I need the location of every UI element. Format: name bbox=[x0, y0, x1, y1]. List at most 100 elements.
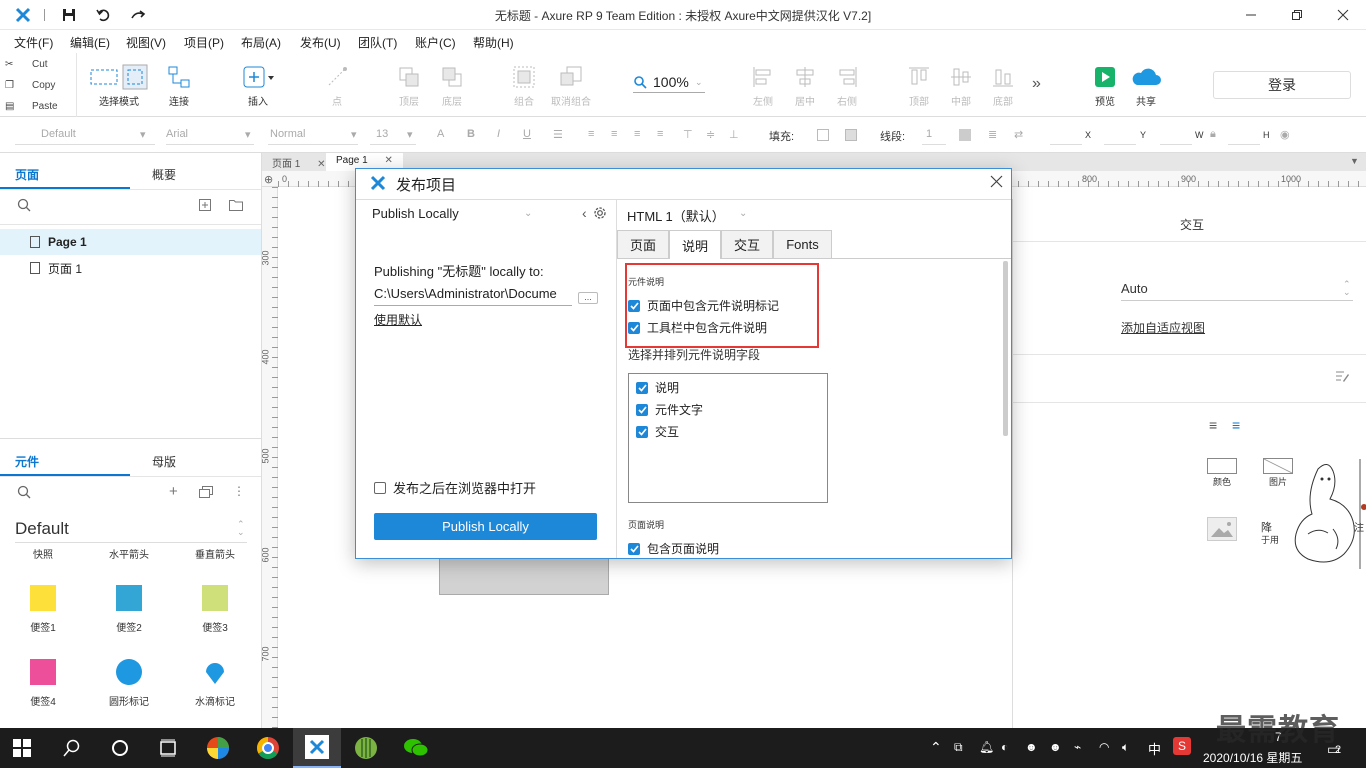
tab-notes[interactable]: 说明 bbox=[669, 230, 721, 259]
bell-icon[interactable]: 🔔︎ bbox=[979, 740, 994, 754]
page-item[interactable]: 页面 1 bbox=[0, 255, 261, 281]
ungroup-button[interactable]: 取消组合 bbox=[541, 63, 601, 108]
usb-icon[interactable]: ⌁ bbox=[1074, 740, 1081, 754]
canvas-rectangle-widget[interactable] bbox=[439, 557, 609, 595]
close-icon[interactable]: ✕ bbox=[384, 155, 392, 166]
color-fill-option[interactable]: 颜色 bbox=[1207, 458, 1237, 488]
text-align-left-icon[interactable]: ≡ bbox=[588, 128, 594, 140]
menu-account[interactable]: 账户(C) bbox=[415, 34, 456, 51]
menu-project[interactable]: 项目(P) bbox=[184, 34, 224, 51]
bamboo-app-icon[interactable] bbox=[352, 734, 380, 762]
menu-file[interactable]: 文件(F) bbox=[14, 34, 53, 51]
point-button[interactable]: 点 bbox=[307, 63, 367, 108]
widget-v-arrow[interactable]: 垂直箭头 bbox=[185, 546, 245, 561]
text-justify-icon[interactable]: ≡ bbox=[657, 128, 663, 140]
ime-indicator[interactable]: 中 bbox=[1148, 739, 1161, 758]
chevron-left-icon[interactable]: ‹ bbox=[582, 205, 587, 221]
login-button[interactable]: 登录 bbox=[1213, 71, 1351, 99]
tab-masters[interactable]: 母版 bbox=[152, 453, 176, 470]
add-adaptive-view-link[interactable]: 添加自适应视图 bbox=[1121, 319, 1205, 336]
line-style-icon[interactable]: ≣ bbox=[988, 128, 997, 141]
windows-start-icon[interactable] bbox=[8, 734, 36, 762]
add-page-icon[interactable] bbox=[199, 199, 211, 211]
tabs-menu-icon[interactable]: ▼ bbox=[1350, 156, 1359, 166]
valign-top-icon[interactable]: ⊤ bbox=[683, 128, 693, 141]
output-path-input[interactable]: C:\Users\Administrator\Docume bbox=[374, 286, 572, 306]
field-checkbox[interactable]: 元件文字 bbox=[636, 401, 703, 418]
menu-edit[interactable]: 编辑(E) bbox=[70, 34, 110, 51]
scrollbar[interactable] bbox=[1003, 261, 1008, 436]
publish-locally-button[interactable]: Publish Locally bbox=[374, 513, 597, 540]
wechat-icon[interactable] bbox=[402, 734, 430, 762]
chevron-up-icon[interactable]: ⌃ bbox=[930, 739, 942, 756]
library-copy-icon[interactable] bbox=[199, 486, 213, 498]
color-wheel-app-icon[interactable] bbox=[204, 734, 232, 762]
line-width-input[interactable]: 1 bbox=[926, 128, 932, 140]
gear-icon[interactable] bbox=[592, 205, 608, 221]
widget-sticky2[interactable]: 便签2 bbox=[99, 585, 159, 634]
valign-middle-icon[interactable]: ≑ bbox=[706, 128, 715, 141]
include-notes-markers-checkbox[interactable]: 页面中包含元件说明标记 bbox=[628, 297, 779, 314]
add-library-icon[interactable]: + bbox=[169, 483, 178, 500]
widget-search-icon[interactable] bbox=[17, 485, 31, 499]
tray-app-icon[interactable]: ⧉ bbox=[954, 740, 963, 755]
more-tools-icon[interactable]: » bbox=[1032, 75, 1041, 93]
search-icon[interactable] bbox=[58, 734, 86, 762]
axure-taskbar-button[interactable] bbox=[293, 728, 341, 768]
text-align-right-icon[interactable]: ≡ bbox=[634, 128, 640, 140]
menu-arrange[interactable]: 布局(A) bbox=[241, 34, 281, 51]
search-icon[interactable] bbox=[17, 198, 31, 212]
tab-interactions[interactable]: 交互 bbox=[721, 230, 773, 258]
text-color-icon[interactable]: A bbox=[437, 128, 444, 140]
qq-tray-icon[interactable]: ☻ bbox=[1049, 740, 1062, 754]
text-align-center-icon[interactable]: ≡ bbox=[611, 128, 617, 140]
widget-sticky1[interactable]: 便签1 bbox=[13, 585, 73, 634]
lock-icon[interactable]: 🔒︎ bbox=[1210, 128, 1216, 141]
paste-button[interactable]: ▤ Paste bbox=[0, 96, 75, 117]
interaction-title[interactable]: 交互 bbox=[1180, 216, 1204, 233]
close-dialog-icon[interactable] bbox=[990, 175, 1003, 188]
widget-snapshot[interactable]: 快照 bbox=[13, 546, 73, 561]
qq-tray-icon[interactable]: ☻ bbox=[1025, 740, 1038, 754]
widget-circle-marker[interactable]: 圆形标记 bbox=[99, 659, 159, 708]
tab-outline[interactable]: 概要 bbox=[152, 166, 176, 183]
doc-tab[interactable]: 页面 1 ✕ bbox=[262, 153, 336, 171]
output-select[interactable]: HTML 1（默认） ⌄ bbox=[627, 206, 767, 228]
arrow-style-icon[interactable]: ⇄ bbox=[1014, 128, 1023, 141]
align-center-text-icon[interactable]: ≡ bbox=[1232, 417, 1240, 433]
maximize-button[interactable] bbox=[1274, 0, 1320, 30]
adaptive-view-select[interactable]: Auto ⌃ ⌄ bbox=[1121, 280, 1353, 301]
edit-notes-icon[interactable] bbox=[1335, 369, 1349, 383]
close-icon[interactable]: ✕ bbox=[317, 159, 325, 170]
cortana-icon[interactable] bbox=[106, 734, 134, 762]
wifi-icon[interactable]: ◠ bbox=[1099, 740, 1109, 754]
widget-h-arrow[interactable]: 水平箭头 bbox=[99, 546, 159, 561]
profile-select[interactable]: Publish Locally ⌄ bbox=[372, 206, 536, 228]
align-left-text-icon[interactable]: ≡ bbox=[1209, 417, 1217, 433]
minimize-button[interactable] bbox=[1228, 0, 1274, 30]
shadow-swatch[interactable] bbox=[845, 129, 857, 141]
font-size-select[interactable]: 13 bbox=[376, 128, 388, 140]
menu-view[interactable]: 视图(V) bbox=[126, 34, 166, 51]
widget-sticky3[interactable]: 便签3 bbox=[185, 585, 245, 634]
sogou-ime-icon[interactable]: S bbox=[1173, 737, 1191, 755]
close-window-button[interactable] bbox=[1320, 0, 1366, 30]
clock-date[interactable]: 2020/10/16 星期五 bbox=[1203, 749, 1302, 766]
widget-sticky4[interactable]: 便签4 bbox=[13, 659, 73, 708]
add-folder-icon[interactable] bbox=[229, 199, 243, 211]
send-to-back-button[interactable]: 底层 bbox=[422, 63, 482, 108]
volume-muted-icon[interactable]: 🔈︎ bbox=[1122, 740, 1129, 755]
open-in-browser-checkbox[interactable]: 发布之后在浏览器中打开 bbox=[374, 478, 536, 497]
list-icon[interactable]: ☰ bbox=[553, 128, 563, 141]
align-right-button[interactable]: 右侧 bbox=[817, 63, 877, 108]
menu-publish[interactable]: 发布(U) bbox=[300, 34, 341, 51]
browse-button[interactable]: ... bbox=[578, 292, 598, 304]
font-weight-select[interactable]: Normal bbox=[270, 128, 305, 140]
style-select[interactable]: Default bbox=[41, 128, 76, 140]
cut-button[interactable]: ✂ Cut bbox=[0, 54, 75, 75]
task-view-icon[interactable] bbox=[154, 734, 182, 762]
visibility-icon[interactable]: ◉ bbox=[1280, 128, 1290, 141]
tab-pages[interactable]: 页面 bbox=[617, 230, 669, 258]
widget-drop-marker[interactable]: 水滴标记 bbox=[185, 659, 245, 708]
more-options-icon[interactable]: ⋮ bbox=[233, 484, 245, 498]
